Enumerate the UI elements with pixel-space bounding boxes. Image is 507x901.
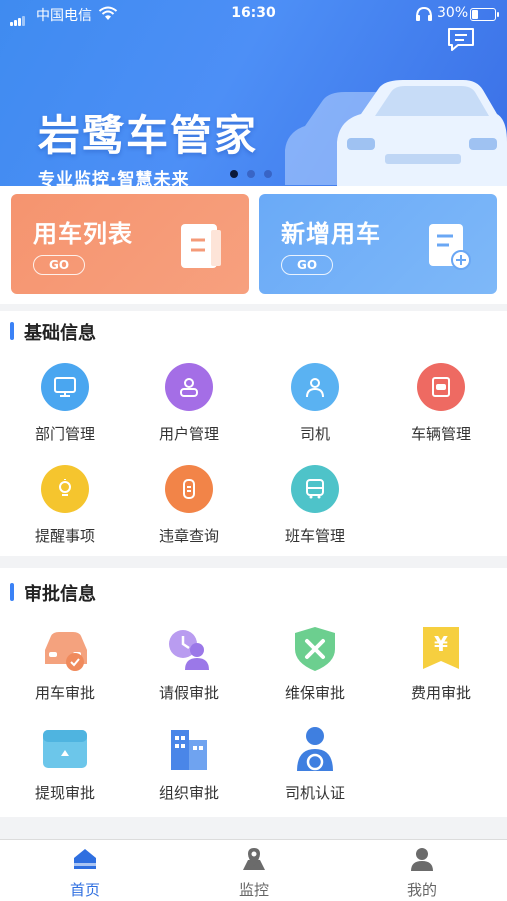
list-document-icon xyxy=(179,220,225,274)
organization-approval-icon xyxy=(161,724,217,774)
tab-monitor[interactable]: 监控 xyxy=(209,846,299,900)
grid-item-label: 用车审批 xyxy=(34,684,95,702)
user-badge-icon xyxy=(165,363,213,411)
grid-item-label: 组织审批 xyxy=(158,784,219,802)
card-title: 新增用车 xyxy=(281,220,381,248)
home-icon xyxy=(74,849,96,869)
grid-item-label: 部门管理 xyxy=(34,425,95,443)
grid-item-leave-approval[interactable]: 请假审批 xyxy=(126,624,252,703)
maintenance-approval-icon xyxy=(287,624,343,674)
tab-label: 首页 xyxy=(69,881,100,899)
grid-item-car-approval[interactable]: 用车审批 xyxy=(2,624,128,703)
grid-item-driver[interactable]: 司机 xyxy=(252,363,378,444)
tab-bar: 首页 监控 我的 xyxy=(0,839,507,901)
grid-item-label: 提现审批 xyxy=(34,784,95,802)
carousel-dots[interactable] xyxy=(230,163,281,182)
approval-section: 审批信息 用车审批 请假审批 维保审批 ¥ 费用审批 提现审批 组织审批 司机认… xyxy=(0,568,507,817)
profile-icon xyxy=(411,848,433,871)
carousel-dot[interactable] xyxy=(264,170,272,178)
carousel-dot[interactable] xyxy=(247,170,255,178)
basic-info-section: 基础信息 部门管理 用户管理 司机 车辆管理 提醒事项 违章查询 班车管理 xyxy=(0,311,507,556)
bulb-icon xyxy=(41,465,89,513)
banner-title: 岩鹭车管家 xyxy=(38,111,259,160)
grid-item-maintenance-approval[interactable]: 维保审批 xyxy=(252,624,378,703)
grid-item-label: 车辆管理 xyxy=(410,425,471,443)
grid-item-label: 维保审批 xyxy=(284,684,345,702)
tab-profile[interactable]: 我的 xyxy=(377,846,467,900)
tab-label: 我的 xyxy=(406,881,437,899)
grid-item-label: 提醒事项 xyxy=(34,527,95,545)
wallet-approval-icon xyxy=(37,724,93,774)
expense-approval-icon: ¥ xyxy=(413,624,469,674)
message-icon[interactable] xyxy=(446,26,476,58)
grid-item-label: 费用审批 xyxy=(410,684,471,702)
battery-percent: 30% xyxy=(437,5,469,21)
grid-item-withdraw-approval[interactable]: 提现审批 xyxy=(2,724,128,803)
grid-item-label: 违章查询 xyxy=(158,527,219,545)
banner[interactable]: 中国电信 16:30 30% 岩鹭车管家 专业监控·智慧未来 xyxy=(0,0,507,186)
add-vehicle-card[interactable]: 新增用车 GO xyxy=(259,194,497,294)
grid-item-label: 班车管理 xyxy=(284,527,345,545)
car-approval-icon xyxy=(37,624,93,674)
grid-item-label: 司机 xyxy=(299,425,330,443)
leave-approval-icon xyxy=(161,624,217,674)
section-heading: 基础信息 xyxy=(10,319,96,345)
tab-home[interactable]: 首页 xyxy=(40,846,130,900)
grid-item-vehicles[interactable]: 车辆管理 xyxy=(378,363,504,444)
battery-icon xyxy=(470,8,499,21)
grid-item-label: 请假审批 xyxy=(158,684,219,702)
grid-item-reminders[interactable]: 提醒事项 xyxy=(2,465,128,546)
ticket-icon xyxy=(165,465,213,513)
svg-text:¥: ¥ xyxy=(434,632,448,656)
grid-item-users[interactable]: 用户管理 xyxy=(126,363,252,444)
go-button[interactable]: GO xyxy=(281,255,333,275)
vehicle-list-card[interactable]: 用车列表 GO xyxy=(11,194,249,294)
car-illustration xyxy=(275,80,507,186)
card-title: 用车列表 xyxy=(33,220,133,248)
go-button[interactable]: GO xyxy=(33,255,85,275)
driver-auth-icon xyxy=(287,724,343,774)
grid-item-violations[interactable]: 违章查询 xyxy=(126,465,252,546)
monitor-icon xyxy=(41,363,89,411)
add-document-icon xyxy=(427,220,473,274)
driver-icon xyxy=(291,363,339,411)
bus-icon xyxy=(291,465,339,513)
grid-item-department[interactable]: 部门管理 xyxy=(2,363,128,444)
grid-item-organization-approval[interactable]: 组织审批 xyxy=(126,724,252,803)
grid-item-shuttle[interactable]: 班车管理 xyxy=(252,465,378,546)
location-icon xyxy=(243,848,265,870)
tab-label: 监控 xyxy=(238,881,269,899)
banner-subtitle: 专业监控·智慧未来 xyxy=(38,170,190,186)
headset-icon xyxy=(414,6,434,26)
grid-item-driver-auth[interactable]: 司机认证 xyxy=(252,724,378,803)
section-heading: 审批信息 xyxy=(10,580,96,606)
grid-item-label: 用户管理 xyxy=(158,425,219,443)
status-bar: 中国电信 16:30 30% xyxy=(0,0,507,28)
carousel-dot[interactable] xyxy=(230,170,238,178)
grid-item-label: 司机认证 xyxy=(284,784,345,802)
vehicle-icon xyxy=(417,363,465,411)
grid-item-expense-approval[interactable]: ¥ 费用审批 xyxy=(378,624,504,703)
